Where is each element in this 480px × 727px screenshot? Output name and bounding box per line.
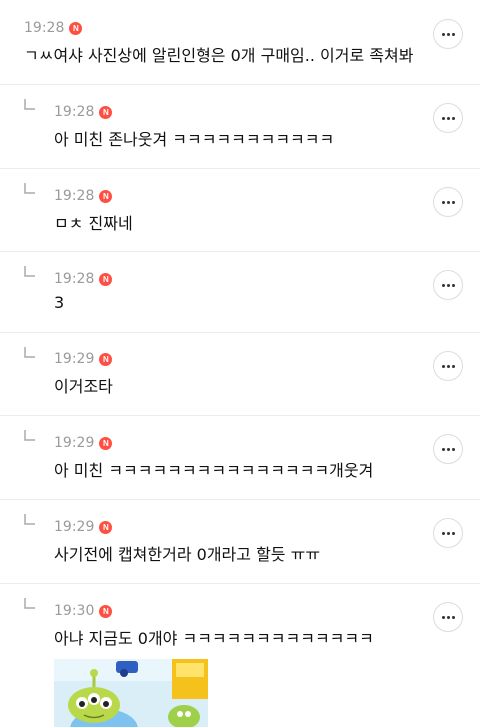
comment-text: 3 xyxy=(54,293,65,312)
new-badge-icon: N xyxy=(99,105,113,119)
comment-meta: 19:28 N xyxy=(54,187,113,205)
comment-text: 이거조타 xyxy=(54,377,113,396)
comment-text: 사기전에 캡쳐한거라 0개라고 할듯 ㅠㅠ xyxy=(54,545,321,564)
reply-item: 19:29 N 이거조타 xyxy=(0,333,480,415)
more-options-button[interactable] xyxy=(433,187,463,217)
comment-text: 아냐 지금도 0개야 ㅋㅋㅋㅋㅋㅋㅋㅋㅋㅋㅋㅋㅋ xyxy=(54,629,374,648)
more-options-button[interactable] xyxy=(433,602,463,632)
comment-time: 19:28 xyxy=(54,271,95,287)
reply-arrow-icon xyxy=(24,430,35,441)
comment-time: 19:30 xyxy=(54,603,95,619)
reply-item: 19:29 N 사기전에 캡쳐한거라 0개라고 할듯 ㅠㅠ xyxy=(0,500,480,583)
comment-text: ㅁㅊ 진짜네 xyxy=(54,214,133,233)
new-badge-icon: N xyxy=(99,272,113,286)
reply-arrow-icon xyxy=(24,347,35,358)
comment-time: 19:29 xyxy=(54,351,95,367)
comment-time: 19:29 xyxy=(54,519,95,535)
more-options-icon xyxy=(441,447,455,451)
more-options-icon xyxy=(441,116,455,120)
new-badge-icon: N xyxy=(99,436,113,450)
comment-item: 19:28 N ㄱㅆ여샤 사진상에 알린인형은 0개 구매임.. 이거로 족쳐봐 xyxy=(0,0,480,84)
reply-arrow-icon xyxy=(24,598,35,609)
alien-plush-image xyxy=(54,659,208,727)
comment-text: ㄱㅆ여샤 사진상에 알린인형은 0개 구매임.. 이거로 족쳐봐 xyxy=(24,46,414,65)
reply-arrow-icon xyxy=(24,514,35,525)
new-badge-icon: N xyxy=(69,21,83,35)
comment-meta: 19:29 N xyxy=(54,518,113,536)
comment-meta: 19:28 N xyxy=(54,270,113,288)
reply-item: 19:28 N 아 미친 존나웃겨 ㅋㅋㅋㅋㅋㅋㅋㅋㅋㅋㅋ xyxy=(0,85,480,168)
comment-time: 19:28 xyxy=(54,104,95,120)
more-options-icon xyxy=(441,615,455,619)
comment-time: 19:28 xyxy=(54,188,95,204)
more-options-icon xyxy=(441,283,455,287)
reply-arrow-icon xyxy=(24,266,35,277)
comment-meta: 19:29 N xyxy=(54,434,113,452)
reply-arrow-icon xyxy=(24,99,35,110)
reply-arrow-icon xyxy=(24,183,35,194)
more-options-icon xyxy=(441,200,455,204)
comment-time: 19:28 xyxy=(24,20,65,36)
comment-meta: 19:29 N xyxy=(54,350,113,368)
comment-meta: 19:30 N xyxy=(54,602,113,620)
more-options-button[interactable] xyxy=(433,434,463,464)
more-options-button[interactable] xyxy=(433,19,463,49)
comment-time: 19:29 xyxy=(54,435,95,451)
new-badge-icon: N xyxy=(99,520,113,534)
more-options-button[interactable] xyxy=(433,351,463,381)
new-badge-icon: N xyxy=(99,604,113,618)
new-badge-icon: N xyxy=(99,352,113,366)
reply-item: 19:28 N 3 xyxy=(0,252,480,332)
more-options-button[interactable] xyxy=(433,270,463,300)
more-options-icon xyxy=(441,364,455,368)
more-options-icon xyxy=(441,32,455,36)
comment-meta: 19:28 N xyxy=(54,103,113,121)
comment-meta: 19:28 N xyxy=(24,19,83,37)
more-options-icon xyxy=(441,531,455,535)
new-badge-icon: N xyxy=(99,189,113,203)
comment-text: 아 미친 존나웃겨 ㅋㅋㅋㅋㅋㅋㅋㅋㅋㅋㅋ xyxy=(54,130,335,149)
reply-item: 19:28 N ㅁㅊ 진짜네 xyxy=(0,169,480,251)
more-options-button[interactable] xyxy=(433,518,463,548)
attached-photo[interactable] xyxy=(54,659,208,727)
comment-text: 아 미친 ㅋㅋㅋㅋㅋㅋㅋㅋㅋㅋㅋㅋㅋㅋㅋ개웃겨 xyxy=(54,461,374,480)
reply-item: 19:29 N 아 미친 ㅋㅋㅋㅋㅋㅋㅋㅋㅋㅋㅋㅋㅋㅋㅋ개웃겨 xyxy=(0,416,480,499)
more-options-button[interactable] xyxy=(433,103,463,133)
